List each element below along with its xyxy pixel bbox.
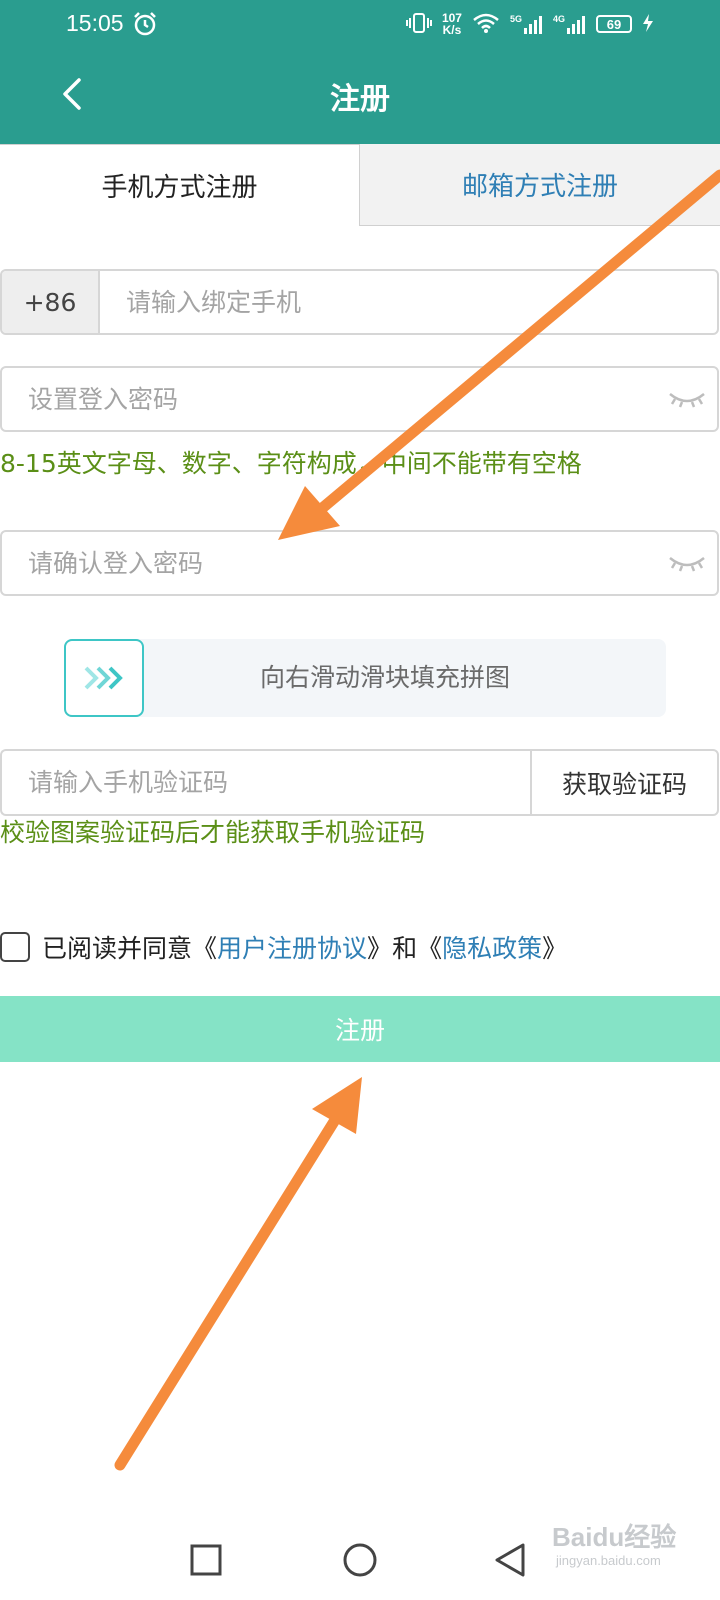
sms-code-input[interactable] xyxy=(2,751,530,814)
net-speed-unit: K/s xyxy=(442,23,462,37)
back-nav-button[interactable] xyxy=(482,1532,538,1588)
charging-icon xyxy=(642,13,654,36)
home-button[interactable] xyxy=(332,1532,388,1588)
password-hint: 8-15英文字母、数字、字符构成，中间不能带有空格 xyxy=(0,449,582,478)
register-button[interactable]: 注册 xyxy=(0,996,720,1062)
quote-open: 《 xyxy=(192,934,218,963)
password-input[interactable] xyxy=(2,368,657,430)
recent-apps-button[interactable] xyxy=(178,1532,234,1588)
slider-captcha: 向右滑动滑块填充拼图 xyxy=(64,639,666,717)
watermark-main: Baidu经验 xyxy=(552,1522,677,1552)
agreement-middle: 和 xyxy=(392,934,418,963)
phone-field: +86 xyxy=(0,269,719,335)
confirm-password-field xyxy=(0,530,719,596)
user-agreement-link[interactable]: 用户注册协议 xyxy=(217,929,367,965)
baidu-watermark: Baidu经验 jingyan.baidu.com xyxy=(552,1505,712,1585)
eye-closed-icon[interactable] xyxy=(657,368,717,430)
square-icon xyxy=(190,1544,222,1576)
tab-email-register[interactable]: 邮箱方式注册 xyxy=(360,144,720,226)
phone-input[interactable] xyxy=(100,271,717,333)
sms-code-field xyxy=(0,749,530,816)
agreement-row: 已阅读并同意 《 用户注册协议 》 和 《 隐私政策 》 xyxy=(0,922,567,972)
signal-icon-2: 4G xyxy=(553,14,586,34)
status-time: 15:05 xyxy=(66,10,124,36)
circle-icon xyxy=(343,1543,377,1577)
eye-closed-icon[interactable] xyxy=(657,532,717,594)
status-bar: 15:05 107 K/s 5G 4G 69 xyxy=(0,0,720,50)
triangle-back-icon xyxy=(495,1543,525,1577)
quote-close: 》 xyxy=(367,934,393,963)
app-bar: 注册 xyxy=(0,50,720,144)
double-chevron-right-icon xyxy=(84,666,123,690)
password-field xyxy=(0,366,719,432)
tab-phone-register[interactable]: 手机方式注册 xyxy=(0,144,360,226)
signal-icon-1: 5G xyxy=(510,14,543,34)
quote-open: 《 xyxy=(417,934,443,963)
quote-close: 》 xyxy=(542,934,568,963)
annotation-arrow-2 xyxy=(114,1077,362,1471)
status-icons: 107 K/s 5G 4G 69 xyxy=(405,9,654,39)
alarm-icon xyxy=(132,11,158,41)
signal-1-label: 5G xyxy=(509,14,522,24)
vibrate-icon xyxy=(405,11,432,38)
annotation-arrow-1 xyxy=(278,169,720,540)
page-title: 注册 xyxy=(330,82,390,117)
privacy-policy-link[interactable]: 隐私政策 xyxy=(442,929,542,965)
battery-icon: 69 xyxy=(596,15,632,33)
sms-code-row: 获取验证码 xyxy=(0,749,719,816)
slider-label: 向右滑动滑块填充拼图 xyxy=(259,663,510,692)
country-code[interactable]: +86 xyxy=(2,271,100,333)
sms-hint: 校验图案验证码后才能获取手机验证码 xyxy=(0,818,426,847)
slider-handle[interactable] xyxy=(64,639,144,717)
get-code-button[interactable]: 获取验证码 xyxy=(530,749,719,816)
agreement-prefix: 已阅读并同意 xyxy=(42,934,193,963)
agreement-checkbox[interactable] xyxy=(0,932,30,962)
watermark-sub: jingyan.baidu.com xyxy=(556,1553,661,1568)
battery-level: 69 xyxy=(606,16,622,32)
confirm-password-input[interactable] xyxy=(2,532,657,594)
tab-bar: 手机方式注册 邮箱方式注册 xyxy=(0,144,720,226)
net-speed: 107 K/s xyxy=(442,12,462,36)
signal-2-label: 4G xyxy=(552,14,565,24)
wifi-icon xyxy=(472,12,500,37)
